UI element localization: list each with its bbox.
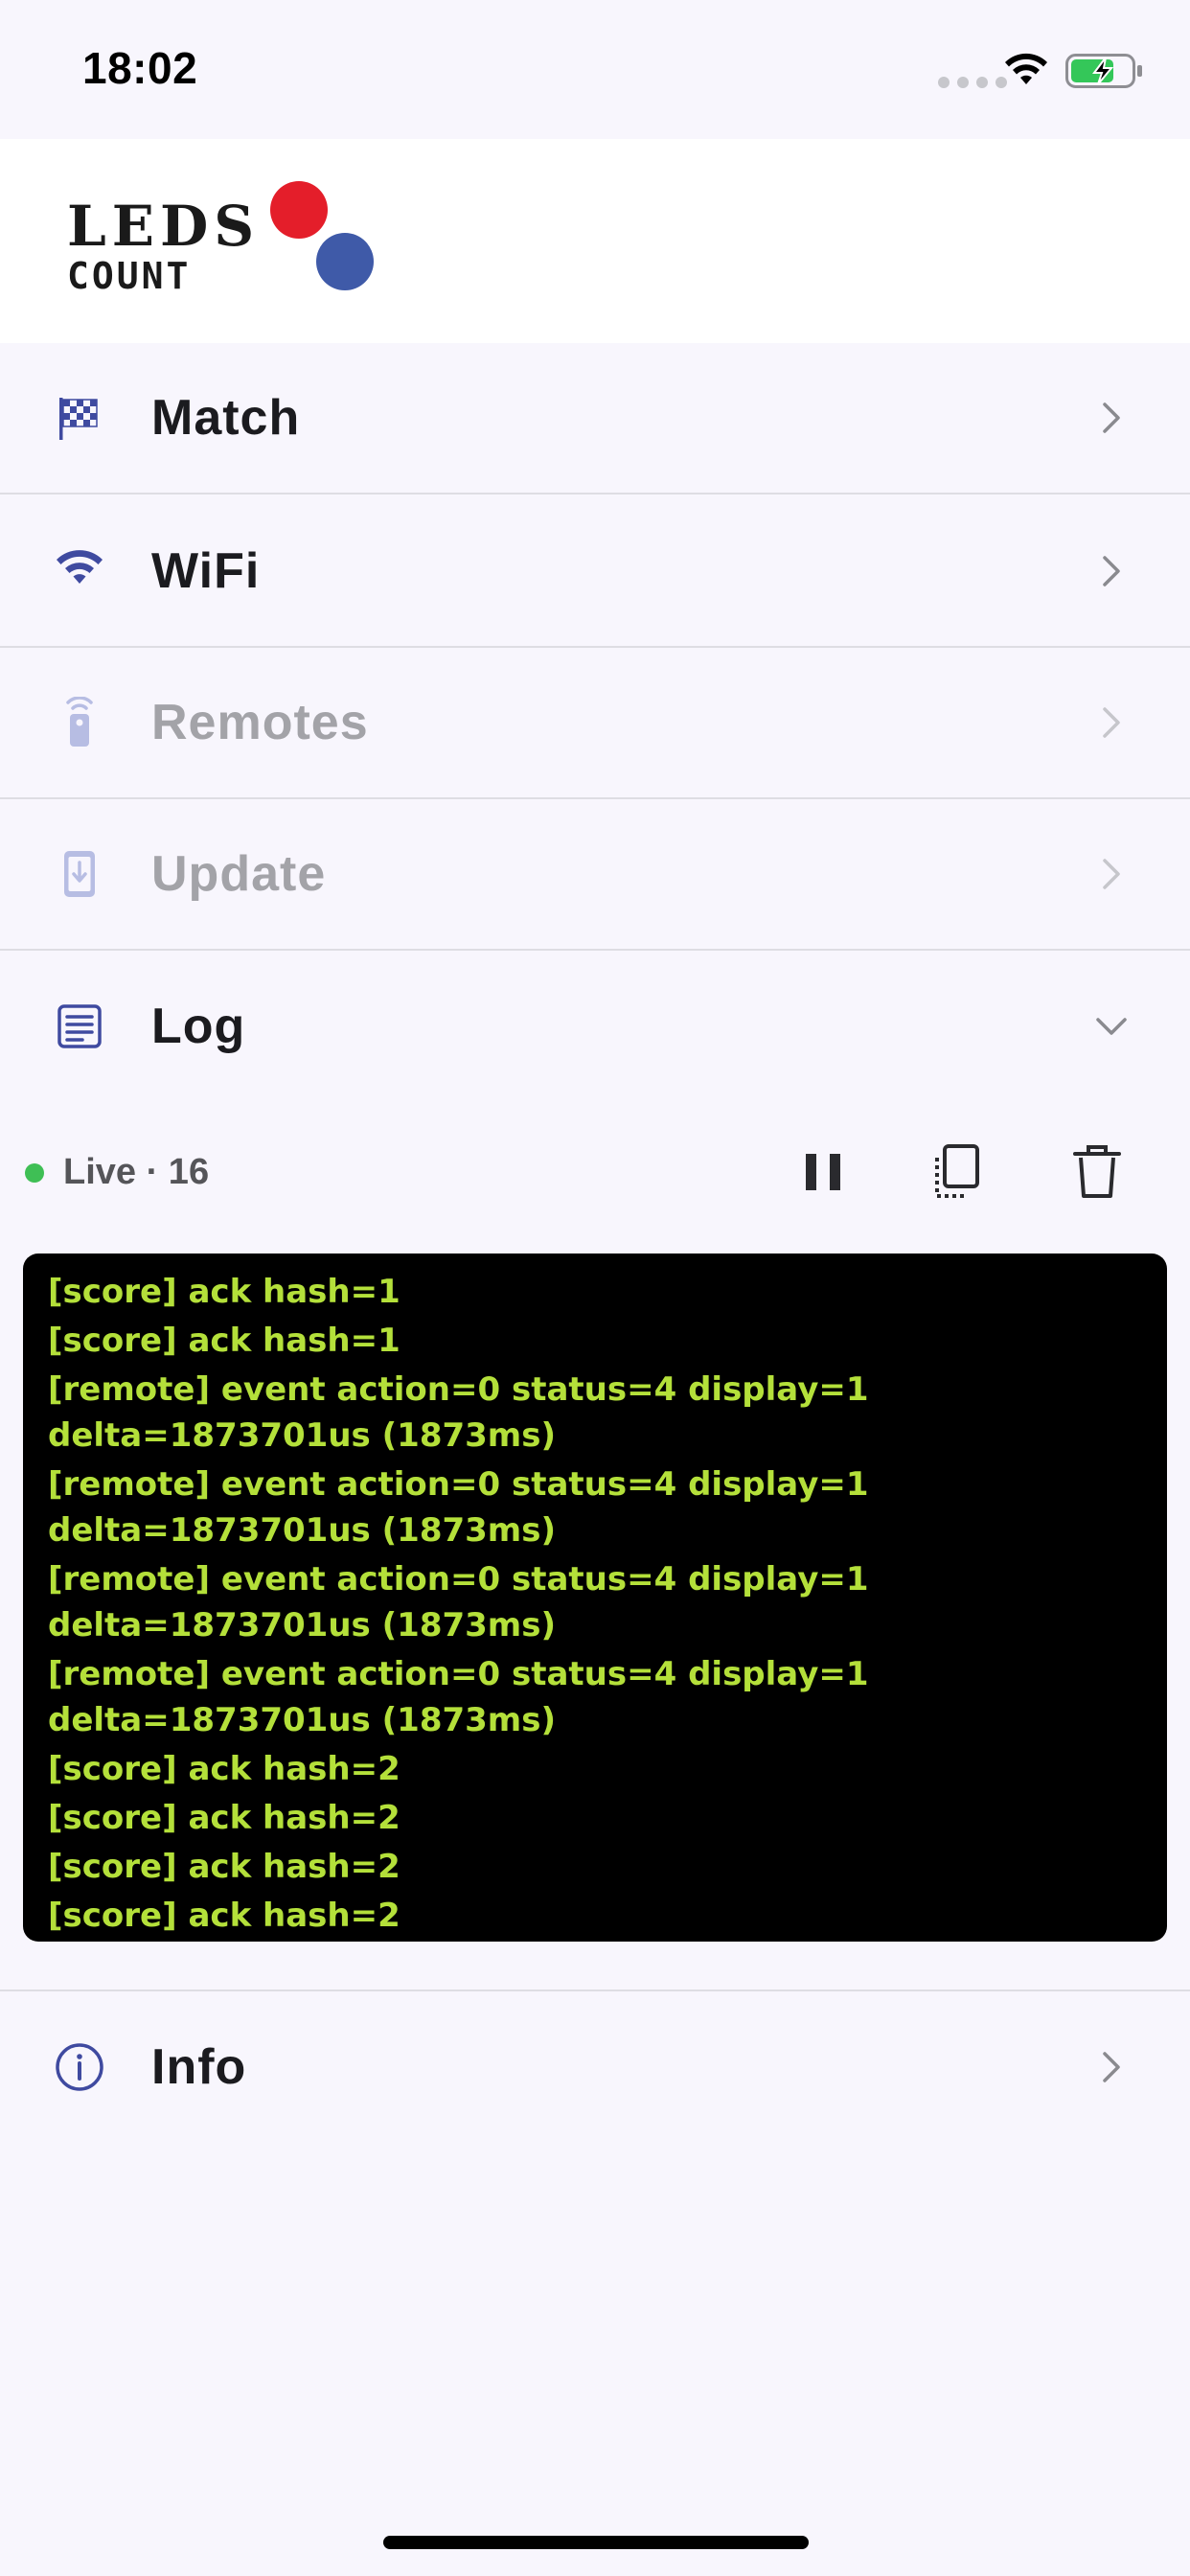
- chevron-down-icon: [1096, 1018, 1127, 1035]
- battery-charging-icon: [1065, 54, 1142, 88]
- status-bar: 18:02: [0, 0, 1190, 139]
- menu-item-wifi[interactable]: WiFi: [0, 496, 1190, 648]
- logo-blue-dot: [316, 233, 374, 290]
- home-indicator[interactable]: [383, 2536, 809, 2549]
- log-line: [remote] event action=0 status=4 display…: [48, 1655, 869, 1739]
- cellular-icon: [938, 77, 1007, 88]
- menu-label-update: Update: [151, 846, 327, 902]
- logo-text-leds: LEDS: [67, 194, 261, 259]
- wifi-icon: [1005, 53, 1047, 84]
- menu-item-log[interactable]: Log: [0, 951, 1190, 1102]
- chevron-right-icon: [1103, 556, 1120, 586]
- checkered-flag-icon: [59, 398, 98, 440]
- remote-icon: [66, 697, 93, 747]
- log-line: [score] ack hash=2: [48, 1799, 400, 1837]
- live-indicator-dot: [25, 1163, 44, 1183]
- log-line: [score] ack hash=1: [48, 1273, 400, 1311]
- log-line: [remote] event action=0 status=4 display…: [48, 1560, 869, 1644]
- log-toolbar: Live · 16: [0, 1119, 1190, 1225]
- logo-red-dot: [270, 181, 328, 239]
- chevron-right-icon: [1103, 707, 1120, 738]
- log-status-label: Live · 16: [63, 1152, 210, 1192]
- menu-item-match[interactable]: Match: [0, 343, 1190, 494]
- log-line: [remote] event action=0 status=4 display…: [48, 1370, 869, 1455]
- chevron-right-icon: [1103, 402, 1120, 433]
- phone-download-icon: [64, 851, 95, 897]
- menu-label-log: Log: [151, 999, 246, 1054]
- menu-label-remotes: Remotes: [151, 695, 369, 750]
- document-lines-icon: [57, 1004, 102, 1048]
- leds-count-logo: LEDS COUNT: [65, 181, 381, 306]
- wifi-icon: [57, 550, 103, 584]
- status-time: 18:02: [82, 43, 198, 93]
- logo-text-count: COUNT: [67, 255, 192, 297]
- menu-label-match: Match: [151, 390, 301, 446]
- log-line: [score] ack hash=2: [48, 1750, 400, 1788]
- menu-label-info: Info: [151, 2039, 247, 2095]
- log-line: [score] ack hash=1: [48, 1322, 400, 1360]
- chevron-right-icon: [1103, 859, 1120, 889]
- menu-label-wifi: WiFi: [151, 543, 261, 599]
- menu-item-update[interactable]: Update: [0, 799, 1190, 951]
- log-line: [score] ack hash=2: [48, 1848, 400, 1886]
- menu-item-info[interactable]: Info: [0, 1991, 1190, 2143]
- log-line: [remote] event action=0 status=4 display…: [48, 1465, 869, 1550]
- chevron-right-icon: [1103, 2052, 1120, 2082]
- log-line: [score] ack hash=2: [48, 1897, 400, 1935]
- copy-button[interactable]: [924, 1138, 991, 1206]
- app-header: LEDS COUNT: [0, 139, 1190, 343]
- menu-item-remotes[interactable]: Remotes: [0, 648, 1190, 799]
- app-screen: 18:02 LEDS COUNT Match WiFi Remotes Upda…: [0, 0, 1190, 2576]
- delete-button[interactable]: [1064, 1138, 1131, 1206]
- pause-button[interactable]: [790, 1138, 857, 1206]
- log-console[interactable]: [score] ack hash=1 [score] ack hash=1 [r…: [23, 1254, 1167, 1942]
- info-circle-icon: [56, 2043, 103, 2091]
